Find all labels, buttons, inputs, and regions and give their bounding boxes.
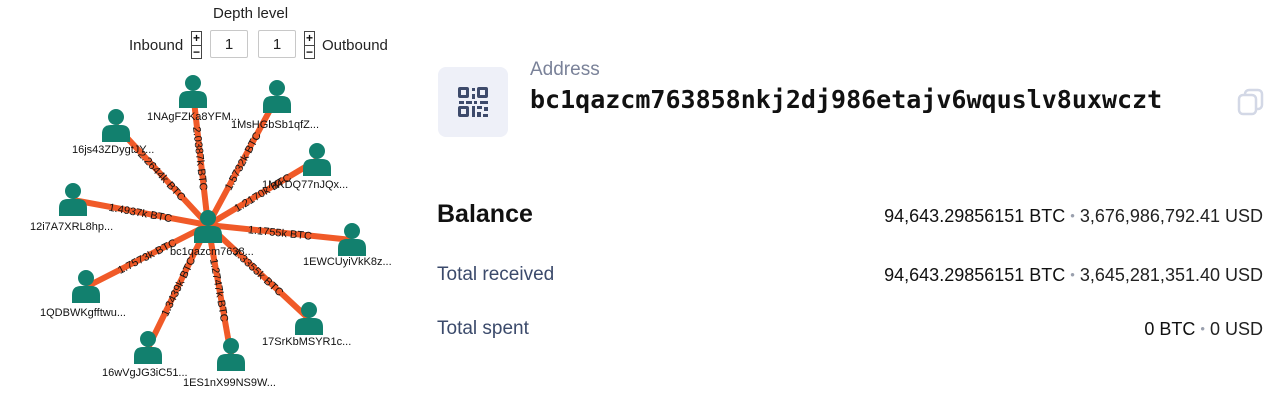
inbound-label: Inbound: [129, 37, 184, 54]
balance-label: Balance: [437, 200, 533, 228]
address-node-icon[interactable]: [179, 75, 207, 108]
qr-code-icon: [458, 87, 488, 117]
edge-amount-label: 1.1755k BTC: [247, 224, 312, 243]
depth-level-title: Depth level: [213, 5, 289, 22]
total-spent-label: Total spent: [437, 318, 529, 339]
address-node-icon[interactable]: [102, 109, 130, 142]
total-spent-value: 0 BTC • 0 USD: [1144, 319, 1263, 340]
balance-btc: 94,643.29856151 BTC: [884, 206, 1066, 226]
node-address-label: 1EWCUyiVkK8z...: [303, 256, 392, 268]
total-received-btc: 94,643.29856151 BTC: [884, 265, 1066, 285]
center-node-label: bc1qazcm7638...: [170, 246, 254, 258]
transaction-graph[interactable]: 2.0387k BTC 1.5732k BTC2.2644k BTC 1.2170k…: [0, 60, 420, 400]
total-spent-btc: 0 BTC: [1144, 319, 1196, 339]
address-node-icon[interactable]: [263, 80, 291, 113]
node-address-label: 12i7A7XRL8hp...: [30, 221, 113, 233]
balance-usd: 3,676,986,792.41 USD: [1079, 206, 1263, 226]
edge-amount-label: 1.5732k BTC: [223, 130, 264, 192]
node-address-label: 1MKDQ77nJQx...: [262, 179, 348, 191]
address-node-icon[interactable]: [134, 331, 162, 364]
separator-dot: •: [1070, 267, 1075, 282]
outbound-increment-button[interactable]: +: [305, 32, 314, 46]
inbound-stepper[interactable]: + −: [191, 31, 202, 59]
edge-amount-label: 2.0387k BTC: [190, 126, 209, 191]
edge-amount-label: 2.2644k BTC: [135, 149, 188, 204]
separator-dot: •: [1200, 321, 1205, 336]
qr-code-button[interactable]: [438, 67, 508, 137]
graph-nodes: 1NAgFZKa8YFM...1MsHGbSb1qfZ... 16js43ZDyg…: [30, 75, 392, 389]
node-address-label: 1ES1nX99NS9W...: [183, 377, 276, 389]
total-received-usd: 3,645,281,351.40 USD: [1079, 265, 1263, 285]
outbound-label: Outbound: [322, 37, 388, 54]
outbound-decrement-button[interactable]: −: [305, 46, 314, 59]
outbound-stepper[interactable]: + −: [304, 31, 315, 59]
inbound-decrement-button[interactable]: −: [192, 46, 201, 59]
inbound-depth-input[interactable]: [210, 30, 248, 58]
address-node-icon[interactable]: [72, 270, 100, 303]
edge-amount-label: 1.3439k BTC: [159, 255, 198, 318]
node-address-label: 16wVgJG3iC51...: [102, 367, 188, 379]
node-address-label: 1NAgFZKa8YFM...: [147, 111, 240, 123]
address-node-icon[interactable]: [217, 338, 245, 371]
copy-icon[interactable]: [1236, 87, 1266, 117]
address-node-icon[interactable]: [303, 143, 331, 176]
total-spent-usd: 0 USD: [1209, 319, 1263, 339]
edge-amount-label: 1.4937k BTC: [108, 202, 173, 226]
address-value: bc1qazcm763858nkj2dj986etajv6wquslv8uxwc…: [530, 85, 1163, 114]
node-address-label: 17SrKbMSYR1c...: [262, 336, 351, 348]
balance-value: 94,643.29856151 BTC • 3,676,986,792.41 USD: [884, 206, 1263, 227]
separator-dot: •: [1070, 208, 1075, 223]
inbound-increment-button[interactable]: +: [192, 32, 201, 46]
node-address-label: 1MsHGbSb1qfZ...: [231, 119, 319, 131]
total-received-label: Total received: [437, 264, 555, 285]
node-address-label: 1QDBWKgfftwu...: [40, 307, 126, 319]
node-address-label: 16js43ZDygtJY...: [72, 144, 154, 156]
address-label: Address: [530, 59, 600, 80]
total-received-value: 94,643.29856151 BTC • 3,645,281,351.40 USD: [884, 265, 1263, 286]
outbound-depth-input[interactable]: [258, 30, 296, 58]
edge-amount-label: 1.2747k BTC: [207, 258, 230, 323]
